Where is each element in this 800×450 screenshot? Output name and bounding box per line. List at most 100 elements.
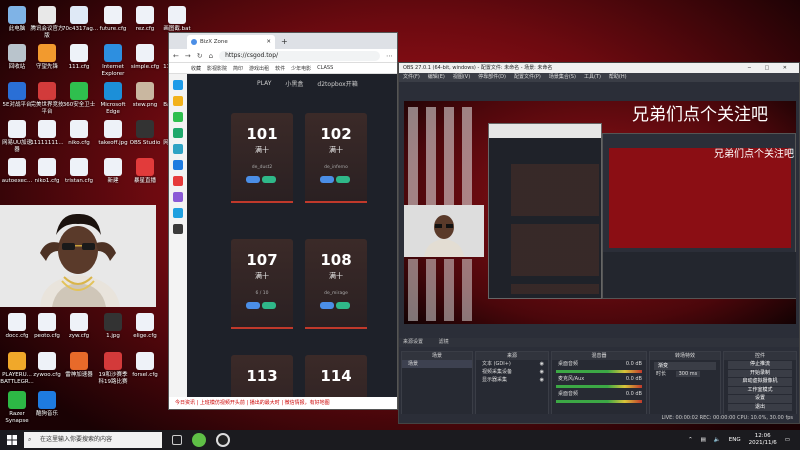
filters-button[interactable]: 滤镜 xyxy=(439,339,449,345)
window-controls[interactable]: ─ □ ✕ xyxy=(748,63,793,73)
sidebar-app-icon[interactable] xyxy=(173,128,183,138)
desktop-icon[interactable]: forsel.cfg xyxy=(128,352,162,379)
desktop-icon[interactable]: Microsoft Edge xyxy=(96,82,130,116)
join-button[interactable] xyxy=(320,176,334,183)
bookmark-item[interactable]: 影视影院 xyxy=(207,65,227,72)
home-icon[interactable]: ⌂ xyxy=(209,52,213,60)
transition-select[interactable]: 渐变 xyxy=(654,362,716,370)
server-card[interactable]: 114 xyxy=(305,355,367,397)
sidebar-app-icon[interactable] xyxy=(173,224,183,234)
bookmark-item[interactable]: 游戏出租 xyxy=(249,65,269,72)
server-card[interactable]: 113 xyxy=(231,355,293,397)
desktop-icon[interactable]: Internet Explorer xyxy=(96,44,130,78)
desktop-icon[interactable]: 5E对战平台 xyxy=(0,82,34,109)
sidebar-app-icon[interactable] xyxy=(173,144,183,154)
scene-item[interactable]: 场景 xyxy=(402,360,472,368)
language-indicator[interactable]: ENG xyxy=(729,437,741,443)
desktop-icon[interactable]: 19和沙赛季 科19路比赛 xyxy=(96,352,130,386)
volume-icon[interactable]: 🔈 xyxy=(714,437,721,443)
obs-taskbar-icon[interactable] xyxy=(216,433,230,447)
taskbar-search-box[interactable]: ⌕ 在这里输入你要搜索的内容 xyxy=(24,432,162,448)
desktop-icon[interactable]: 70c4317ag... xyxy=(62,6,98,33)
obs-menu-item[interactable]: 视图(V) xyxy=(453,73,470,82)
sidebar-app-icon[interactable] xyxy=(173,176,183,186)
obs-menu-item[interactable]: 编辑(E) xyxy=(428,73,445,82)
back-icon[interactable]: ← xyxy=(173,52,179,60)
desktop-icon[interactable]: elige.cfg xyxy=(128,313,162,340)
sidebar-app-icon[interactable] xyxy=(173,160,183,170)
desktop-icon[interactable]: 回收站 xyxy=(0,44,34,71)
source-item[interactable]: 文本 (GDI+) ◉ xyxy=(476,360,548,368)
desktop-icon[interactable]: 1.jpg xyxy=(96,313,130,340)
duration-input[interactable]: 300 ms xyxy=(675,371,701,377)
obs-menu-item[interactable]: 配置文件(P) xyxy=(514,73,541,82)
obs-menu-item[interactable]: 文件(F) xyxy=(403,73,420,82)
obs-control-button[interactable]: 退出 xyxy=(728,403,792,411)
obs-preview[interactable]: 兄弟们点个关注吧 兄弟们点个关注吧 xyxy=(404,101,796,324)
task-view-icon[interactable] xyxy=(172,435,182,445)
obs-control-button[interactable]: 启动虚拟摄像机 xyxy=(728,378,792,386)
join-button[interactable] xyxy=(320,302,334,309)
desktop-icon[interactable]: 腾讯会议官方版 xyxy=(30,6,64,40)
volume-meter[interactable] xyxy=(556,385,642,388)
bookmark-item[interactable]: CLASS xyxy=(317,65,333,71)
desktop-icon[interactable]: autoexec... xyxy=(0,158,34,185)
join-button[interactable] xyxy=(246,302,260,309)
menu-icon[interactable]: ⋯ xyxy=(386,52,397,60)
close-icon[interactable]: ✕ xyxy=(266,39,271,45)
sidebar-app-icon[interactable] xyxy=(173,96,183,106)
sidebar-app-icon[interactable] xyxy=(173,112,183,122)
site-nav-link[interactable]: PLAY xyxy=(257,80,271,87)
join-button[interactable] xyxy=(246,176,260,183)
network-icon[interactable]: ▤ xyxy=(701,437,706,443)
desktop-icon[interactable]: niko1.cfg xyxy=(30,158,64,185)
desktop-icon[interactable]: docc.cfg xyxy=(0,313,34,340)
server-card[interactable]: 107 满十 6 / 10 xyxy=(231,239,293,329)
obs-control-button[interactable]: 开始录制 xyxy=(728,369,792,377)
desktop-icon[interactable]: simple.cfg xyxy=(128,44,162,71)
eye-icon[interactable]: ◉ xyxy=(540,376,544,384)
forward-icon[interactable]: → xyxy=(185,52,191,60)
obs-control-button[interactable]: 工作室模式 xyxy=(728,386,792,394)
sidebar-app-icon[interactable] xyxy=(173,208,183,218)
desktop-icon[interactable]: zyw.cfg xyxy=(62,313,96,340)
desktop-icon[interactable]: 此电脑 xyxy=(0,6,34,33)
desktop-icon[interactable]: 11111111... xyxy=(30,120,64,147)
sidebar-app-icon[interactable] xyxy=(173,192,183,202)
bookmark-item[interactable]: 少年电影 xyxy=(291,65,311,72)
site-nav-link[interactable]: 小黑盒 xyxy=(285,79,303,88)
obs-menu-item[interactable]: 帮助(H) xyxy=(609,73,627,82)
bookmark-item[interactable]: 简印 xyxy=(233,65,243,72)
desktop-icon[interactable]: tristan.cfg xyxy=(62,158,96,185)
desktop-icon[interactable]: 新建 xyxy=(96,158,130,185)
desktop-icon[interactable]: rez.cfg xyxy=(128,6,162,33)
desktop-icon[interactable]: 网易UU加速器 xyxy=(0,120,34,154)
notification-icon[interactable]: ▭ xyxy=(785,437,790,443)
sidebar-app-icon[interactable] xyxy=(173,80,183,90)
source-item[interactable]: 视频采集设备 ◉ xyxy=(476,368,548,376)
desktop-icon[interactable]: OBS Studio xyxy=(128,120,162,147)
browser-tab[interactable]: BizX Zone ✕ xyxy=(187,35,275,49)
desktop-icon[interactable]: takeoff.jpg xyxy=(96,120,130,147)
browser-taskbar-icon[interactable] xyxy=(192,433,206,447)
site-nav-link[interactable]: d2topbox开箱 xyxy=(317,79,357,88)
obs-control-button[interactable]: 停止推流 xyxy=(728,361,792,369)
watch-button[interactable] xyxy=(262,176,276,183)
obs-menu-item[interactable]: 停靠部件(D) xyxy=(478,73,506,82)
desktop-icon[interactable]: 360安全卫士 xyxy=(62,82,96,109)
desktop-icon[interactable]: Razer Synapse xyxy=(0,391,34,425)
server-card[interactable]: 108 满十 de_mirage xyxy=(305,239,367,329)
start-button[interactable] xyxy=(0,430,24,450)
desktop-icon[interactable]: 完美世界竞技平台 xyxy=(30,82,64,116)
tray-arrow-icon[interactable]: ⌃ xyxy=(688,437,693,443)
desktop-icon[interactable]: niko.cfg xyxy=(62,120,96,147)
clock[interactable]: 12:06 2021/11/6 xyxy=(749,433,777,447)
desktop-icon[interactable]: peoto.cfg xyxy=(30,313,64,340)
volume-meter[interactable] xyxy=(556,370,642,373)
obs-control-button[interactable]: 设置 xyxy=(728,395,792,403)
server-card[interactable]: 102 满十 de_inferno xyxy=(305,113,367,203)
desktop-icon[interactable]: zywoo.cfg xyxy=(30,352,64,379)
volume-meter[interactable] xyxy=(556,400,642,403)
desktop-icon[interactable]: future.cfg xyxy=(96,6,130,33)
url-input[interactable]: https://csgod.top/ xyxy=(219,50,380,61)
